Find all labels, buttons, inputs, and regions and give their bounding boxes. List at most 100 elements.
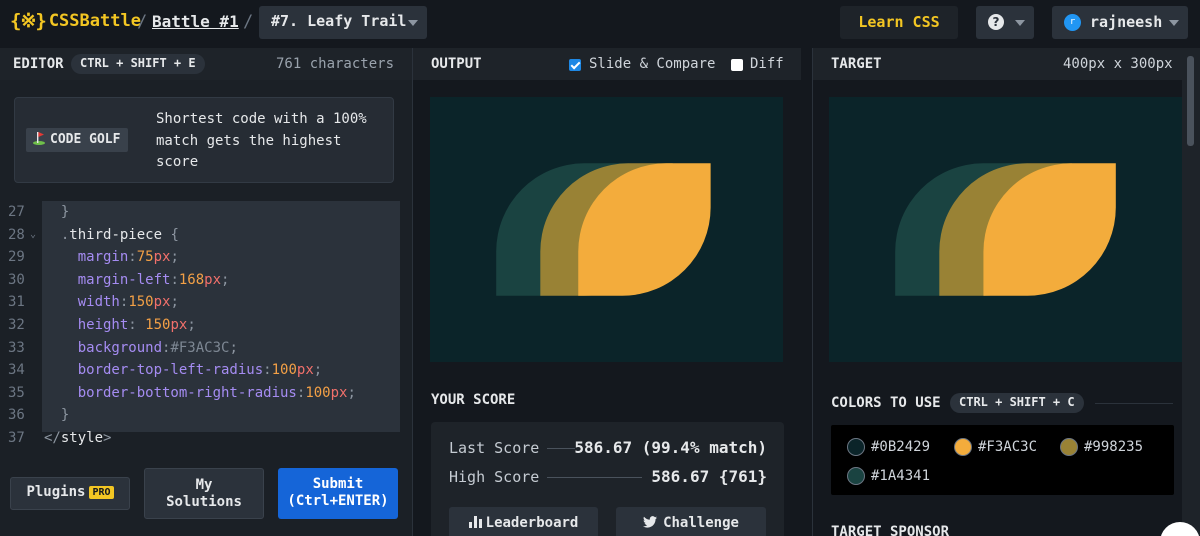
- color-dot: [1060, 438, 1078, 456]
- editor-header: EDITOR CTRL + SHIFT + E 761 characters: [0, 48, 412, 80]
- my-solutions-label-line1: My: [195, 477, 213, 493]
- output-header: OUTPUT Slide & Compare Diff: [413, 48, 801, 80]
- submit-label-line1: Submit: [312, 476, 364, 492]
- breadcrumb-separator: /: [137, 12, 148, 32]
- output-title: OUTPUT: [431, 56, 482, 72]
- my-solutions-button[interactable]: My Solutions: [144, 468, 264, 519]
- code-text: }: [60, 204, 70, 220]
- code-line[interactable]: 34 border-top-left-radius:100px;: [0, 359, 412, 382]
- code-line[interactable]: 32 height: 150px;: [0, 314, 412, 337]
- line-number: 34: [8, 362, 25, 379]
- output-canvas[interactable]: [430, 97, 783, 362]
- code-text: margin:75px;: [77, 249, 179, 266]
- help-menu-button[interactable]: ?: [976, 6, 1034, 39]
- challenge-button[interactable]: Challenge: [616, 507, 766, 536]
- code-line[interactable]: 33 background:#F3AC3C;: [0, 337, 412, 360]
- high-score-label: High Score: [449, 468, 540, 486]
- line-number: 27: [8, 204, 25, 220]
- colors-divider: [1095, 403, 1173, 404]
- target-header: TARGET 400px x 300px: [813, 48, 1182, 80]
- my-solutions-label-line2: Solutions: [166, 494, 242, 510]
- submit-button[interactable]: Submit (Ctrl+ENTER): [278, 468, 398, 519]
- diff-label[interactable]: Diff: [750, 56, 784, 72]
- code-text: .third-piece {: [60, 226, 179, 243]
- code-text: border-top-left-radius:100px;: [77, 362, 323, 379]
- color-dot: [954, 438, 972, 456]
- leaderboard-label: Leaderboard: [485, 515, 579, 531]
- score-separator-line: [547, 477, 642, 478]
- bar-chart-icon: [468, 516, 482, 532]
- code-golf-label: CODE GOLF: [50, 132, 121, 147]
- breadcrumb-battle-link[interactable]: Battle #1: [152, 12, 239, 31]
- diff-checkbox[interactable]: [731, 59, 743, 71]
- avatar: r: [1064, 14, 1081, 31]
- code-line[interactable]: 27 }: [0, 201, 412, 224]
- high-score-value: 586.67 {761}: [651, 467, 767, 486]
- code-line[interactable]: 29 margin:75px;: [0, 246, 412, 269]
- plugins-button[interactable]: Plugins PRO: [10, 477, 130, 510]
- line-number: 28: [8, 226, 25, 243]
- user-menu-button[interactable]: r rajneesh: [1052, 6, 1188, 39]
- code-line[interactable]: 35 border-bottom-right-radius:100px;: [0, 382, 412, 405]
- plugins-label: Plugins: [26, 484, 86, 500]
- code-editor[interactable]: 27 } 28 ⌄ .third-piece {29 margin:75px; 30 …: [0, 201, 412, 453]
- color-dot: [847, 438, 865, 456]
- colors-shortcut-badge: CTRL + SHIFT + C: [950, 393, 1084, 413]
- code-line[interactable]: 28 ⌄ .third-piece {: [0, 224, 412, 247]
- submit-label-line2: (Ctrl+ENTER): [287, 493, 389, 509]
- breadcrumb-separator: /: [243, 12, 254, 32]
- last-score-label: Last Score: [449, 439, 540, 457]
- top-bar: {※} CSSBattle / Battle #1 / #7. Leafy Tr…: [0, 0, 1200, 48]
- line-number: 29: [8, 249, 25, 266]
- scrollbar-thumb[interactable]: [1187, 56, 1194, 146]
- line-number: 32: [8, 317, 25, 333]
- code-golf-description: Shortest code with a 100% match gets the…: [156, 111, 367, 170]
- color-hex: #0B2429: [871, 439, 931, 455]
- fold-chevron-icon[interactable]: ⌄: [30, 224, 36, 247]
- line-number: 37: [8, 430, 25, 446]
- high-score-row: High Score 586.67 {761}: [449, 465, 767, 489]
- code-text: height: 150px;: [77, 317, 196, 333]
- logo-text: CSSBattle: [48, 11, 141, 31]
- challenge-select[interactable]: #7. Leafy Trail: [259, 6, 427, 39]
- color-dot: [847, 467, 865, 485]
- learn-css-button[interactable]: Learn CSS: [840, 6, 958, 39]
- target-sponsor-title: TARGET SPONSOR: [831, 524, 950, 536]
- code-text: }: [60, 407, 70, 424]
- target-canvas[interactable]: [829, 97, 1182, 362]
- target-size: 400px x 300px: [1063, 56, 1173, 72]
- chevron-down-icon: [1015, 20, 1025, 26]
- pro-badge: PRO: [89, 486, 114, 499]
- line-number: 33: [8, 339, 25, 356]
- challenge-label: Challenge: [663, 515, 739, 531]
- username: rajneesh: [1090, 13, 1163, 31]
- line-number: 36: [8, 407, 25, 424]
- colors-to-use-title: COLORS TO USE: [831, 395, 941, 411]
- cssbattle-logo[interactable]: {※} CSSBattle: [10, 10, 141, 32]
- code-line[interactable]: 37 </style>: [0, 427, 412, 450]
- color-hex: #998235: [1084, 439, 1144, 455]
- editor-shortcut-badge: CTRL + SHIFT + E: [71, 54, 205, 74]
- editor-title: EDITOR: [13, 56, 64, 72]
- last-score-row: Last Score 586.67 (99.4% match): [449, 436, 767, 460]
- code-line[interactable]: 30 margin-left:168px;: [0, 269, 412, 292]
- target-title: TARGET: [831, 56, 882, 72]
- code-line[interactable]: 36 }: [0, 404, 412, 427]
- code-golf-badge: CODE GOLF: [26, 128, 129, 152]
- color-hex: #1A4341: [871, 468, 931, 484]
- help-icon: ?: [988, 14, 1004, 30]
- code-text: width:150px;: [77, 294, 179, 311]
- golf-flag-icon: [32, 131, 46, 145]
- colors-palette: #0B2429 #F3AC3C #998235 #1A4341: [831, 425, 1174, 495]
- code-text: </style>: [44, 430, 112, 446]
- color-hex: #F3AC3C: [978, 439, 1038, 455]
- last-score-value: 586.67 (99.4% match): [574, 438, 767, 457]
- code-line[interactable]: 31 width:150px;: [0, 291, 412, 314]
- challenge-select-label: #7. Leafy Trail: [271, 12, 407, 30]
- slide-compare-checkbox[interactable]: [569, 59, 581, 71]
- logo-mark-icon: {※}: [10, 10, 47, 32]
- line-number: 30: [8, 271, 25, 288]
- character-count: 761 characters: [276, 56, 395, 72]
- slide-compare-label[interactable]: Slide & Compare: [589, 56, 715, 72]
- leaderboard-button[interactable]: Leaderboard: [449, 507, 598, 536]
